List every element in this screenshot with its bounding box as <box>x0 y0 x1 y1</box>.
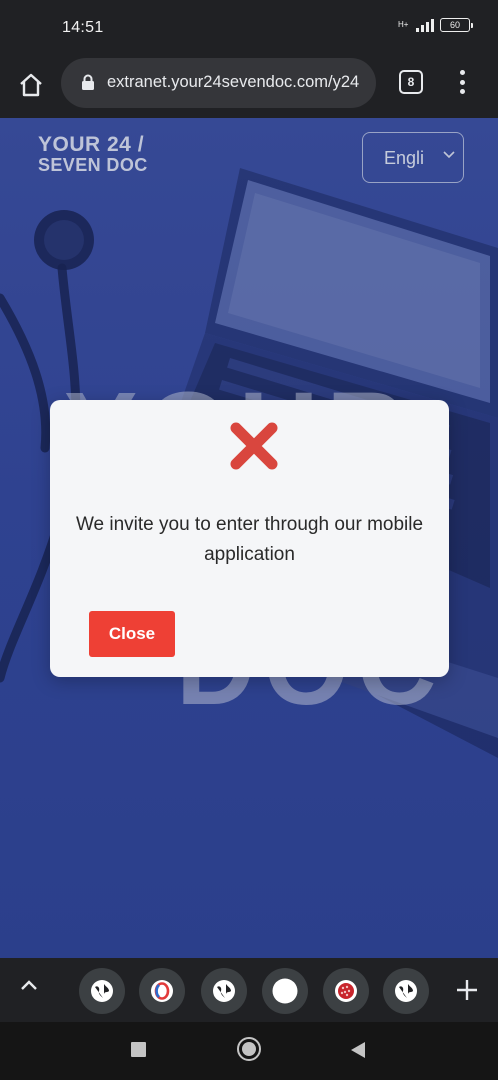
tab-thumbnail-5[interactable] <box>323 968 369 1014</box>
globe-icon <box>213 980 235 1002</box>
url-text: extranet.your24sevendoc.com/y24 <box>107 73 360 91</box>
home-nav-button[interactable] <box>237 1037 261 1061</box>
overflow-menu-button[interactable] <box>452 68 472 96</box>
system-nav-bar <box>0 1022 498 1080</box>
chevron-up-icon[interactable] <box>19 978 39 992</box>
tab-thumbnail-2[interactable] <box>139 968 185 1014</box>
status-indicators: H+ 60 <box>398 18 473 32</box>
web-page: YOUR DOC YOUR 24 / SEVEN DOC Engli We in… <box>0 118 498 958</box>
close-button[interactable]: Close <box>89 611 175 657</box>
globe-icon <box>91 980 113 1002</box>
network-type: H+ <box>398 20 409 29</box>
plus-icon[interactable] <box>455 978 479 1002</box>
battery-icon: 60 <box>440 18 473 32</box>
globe-icon <box>395 980 417 1002</box>
status-bar: 14:51 H+ 60 <box>0 0 498 56</box>
blank-circle-icon <box>272 978 298 1004</box>
status-time: 14:51 <box>62 19 104 36</box>
dialog-message: We invite you to enter through our mobil… <box>75 514 424 565</box>
tab-count: 8 <box>407 75 415 89</box>
tab-thumbnail-6[interactable] <box>383 968 429 1014</box>
tab-thumbnail-3[interactable] <box>201 968 247 1014</box>
url-bar[interactable]: extranet.your24sevendoc.com/y24 <box>61 58 376 108</box>
error-dialog: We invite you to enter through our mobil… <box>50 400 449 677</box>
battery-level: 60 <box>449 20 460 30</box>
error-x-icon <box>230 422 278 470</box>
home-button[interactable] <box>14 68 48 102</box>
recents-button[interactable] <box>131 1042 146 1057</box>
browser-toolbar: extranet.your24sevendoc.com/y24 8 <box>0 56 498 118</box>
opera-icon <box>151 980 173 1002</box>
red-ball-icon <box>335 980 357 1002</box>
home-icon <box>20 73 42 97</box>
tab-thumbnail-4[interactable] <box>262 968 308 1014</box>
lock-icon <box>82 74 94 90</box>
signal-icon <box>416 18 434 32</box>
tab-strip <box>0 958 498 1022</box>
tab-thumbnail-1[interactable] <box>79 968 125 1014</box>
tab-switcher-button[interactable]: 8 <box>399 70 423 94</box>
back-triangle-icon[interactable] <box>350 1041 366 1059</box>
